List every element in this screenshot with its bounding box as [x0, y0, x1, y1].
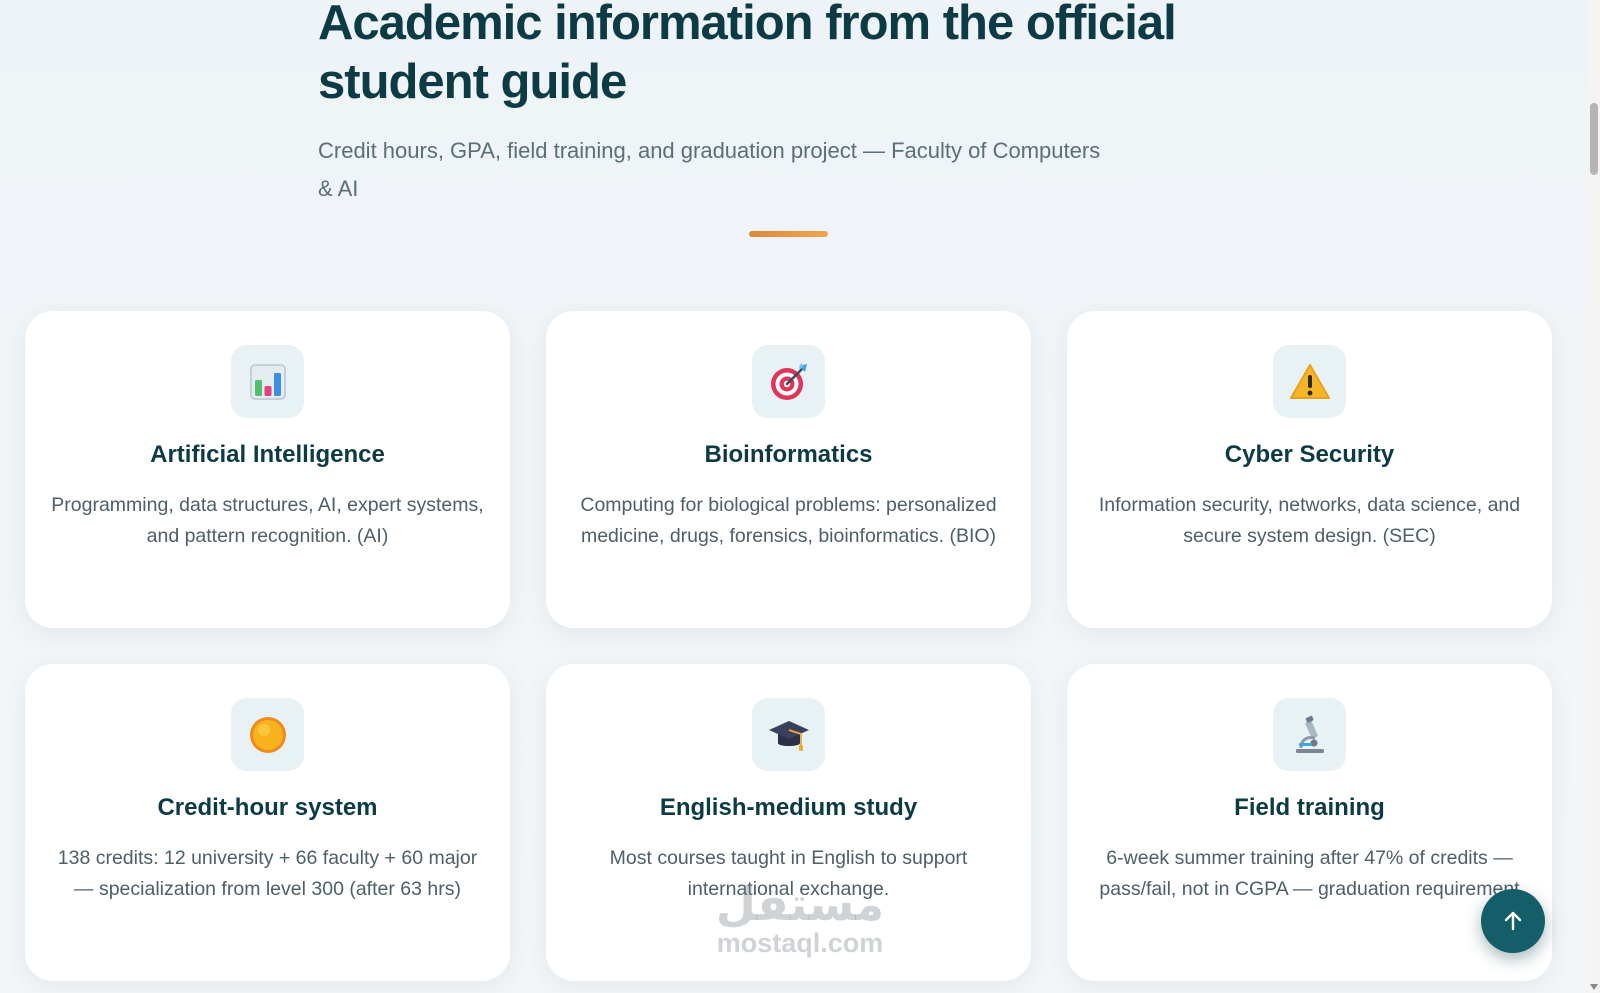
arrow-up-icon: [1504, 911, 1522, 931]
card-description: Computing for biological problems: perso…: [580, 494, 997, 547]
page-title: Academic information from the official s…: [318, 0, 1177, 109]
graduation-cap-icon: [752, 698, 825, 771]
page-header: Academic information from the official s…: [318, 0, 1218, 208]
card-cyber-security: Cyber Security Information security, net…: [1067, 311, 1552, 628]
vertical-scrollbar[interactable]: [1588, 0, 1600, 993]
microscope-icon: [1273, 698, 1346, 771]
card-description: Most courses taught in English to suppor…: [609, 847, 968, 900]
bar-chart-icon: [231, 345, 304, 418]
card-description: 138 credits: 12 university + 66 faculty …: [57, 847, 478, 900]
card-title: Credit-hour system: [157, 794, 378, 821]
page-subtitle: Credit hours, GPA, field training, and g…: [318, 138, 1101, 201]
warning-icon: [1273, 345, 1346, 418]
scrollbar-thumb[interactable]: [1590, 103, 1598, 175]
title-accent-divider: [749, 231, 828, 237]
sun-icon: [231, 698, 304, 771]
card-title: Cyber Security: [1224, 441, 1395, 468]
card-field-training: Field training 6-week summer training af…: [1067, 664, 1552, 981]
card-bioinformatics: Bioinformatics Computing for biological …: [546, 311, 1031, 628]
card-title: Field training: [1234, 794, 1385, 821]
card-artificial-intelligence: Artificial Intelligence Programming, dat…: [25, 311, 510, 628]
cards-grid: Artificial Intelligence Programming, dat…: [25, 311, 1553, 981]
card-english-medium-study: English-medium study Most courses taught…: [546, 664, 1031, 981]
card-title: Artificial Intelligence: [150, 441, 385, 468]
card-title: Bioinformatics: [704, 441, 873, 468]
card-description: Programming, data structures, AI, expert…: [51, 494, 484, 547]
target-icon: [752, 345, 825, 418]
scroll-down-arrow-icon[interactable]: [1590, 984, 1598, 990]
back-to-top-button[interactable]: [1481, 889, 1545, 953]
card-title: English-medium study: [659, 794, 918, 821]
card-credit-hour-system: Credit-hour system 138 credits: 12 unive…: [25, 664, 510, 981]
card-description: 6-week summer training after 47% of cred…: [1099, 847, 1520, 900]
card-description: Information security, networks, data sci…: [1098, 494, 1521, 547]
